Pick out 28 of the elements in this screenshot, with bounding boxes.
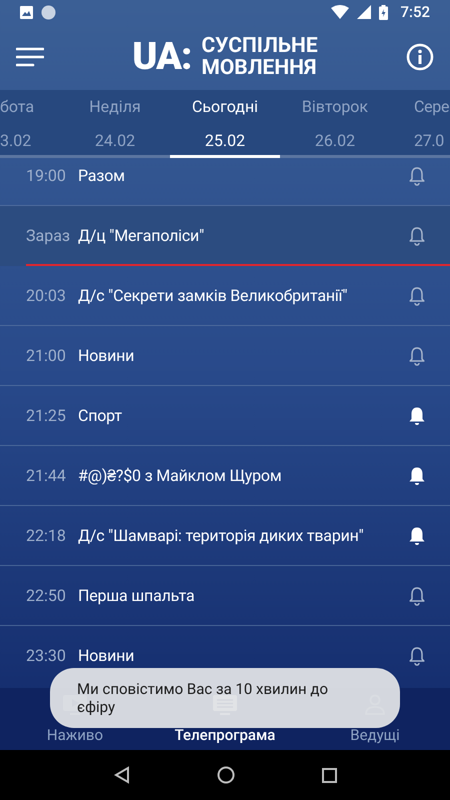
day-tab[interactable]: Сере 27.0 xyxy=(390,90,450,158)
program-time: 22:18 xyxy=(26,524,67,546)
program-title: Д/с "Шамварі: територія диких тварин" xyxy=(78,524,365,546)
day-tab[interactable]: Сьогодні 25.02 xyxy=(170,90,280,158)
program-title: #@)₴?$0 з Майклом Щуром xyxy=(78,464,283,486)
logo-text: МОВЛЕННЯ xyxy=(201,57,318,79)
day-tab[interactable]: Вівторок 26.02 xyxy=(280,90,390,158)
logo-text: СУСПІЛЬНЕ xyxy=(201,35,318,57)
program-title: Новини xyxy=(78,645,136,667)
program-time: 20:03 xyxy=(26,284,67,306)
program-title: Д/ц "Мегаполіси" xyxy=(78,225,205,247)
program-title: Новини xyxy=(78,344,136,366)
program-title: Д/с "Секрети замків Великобританії" xyxy=(78,284,348,306)
day-tab[interactable]: Неділя 24.02 xyxy=(60,90,170,158)
program-title: Перша шпальта xyxy=(78,584,196,606)
toast: Ми сповістимо Вас за 10 хвилин до єфіру xyxy=(50,668,400,728)
clock: 7:52 xyxy=(400,2,430,23)
program-time: Зараз xyxy=(26,225,72,247)
program-time: 21:00 xyxy=(26,344,67,366)
program-time: 22:50 xyxy=(26,584,67,606)
program-title: Разом xyxy=(78,164,126,186)
logo-mark: UA: xyxy=(132,38,192,76)
program-title: Спорт xyxy=(78,404,123,426)
program-time: 19:00 xyxy=(26,164,67,186)
program-time: 23:30 xyxy=(26,645,67,667)
day-tab[interactable]: бота 3.02 xyxy=(0,90,60,158)
program-time: 21:44 xyxy=(26,464,67,486)
program-time: 21:25 xyxy=(26,404,67,426)
